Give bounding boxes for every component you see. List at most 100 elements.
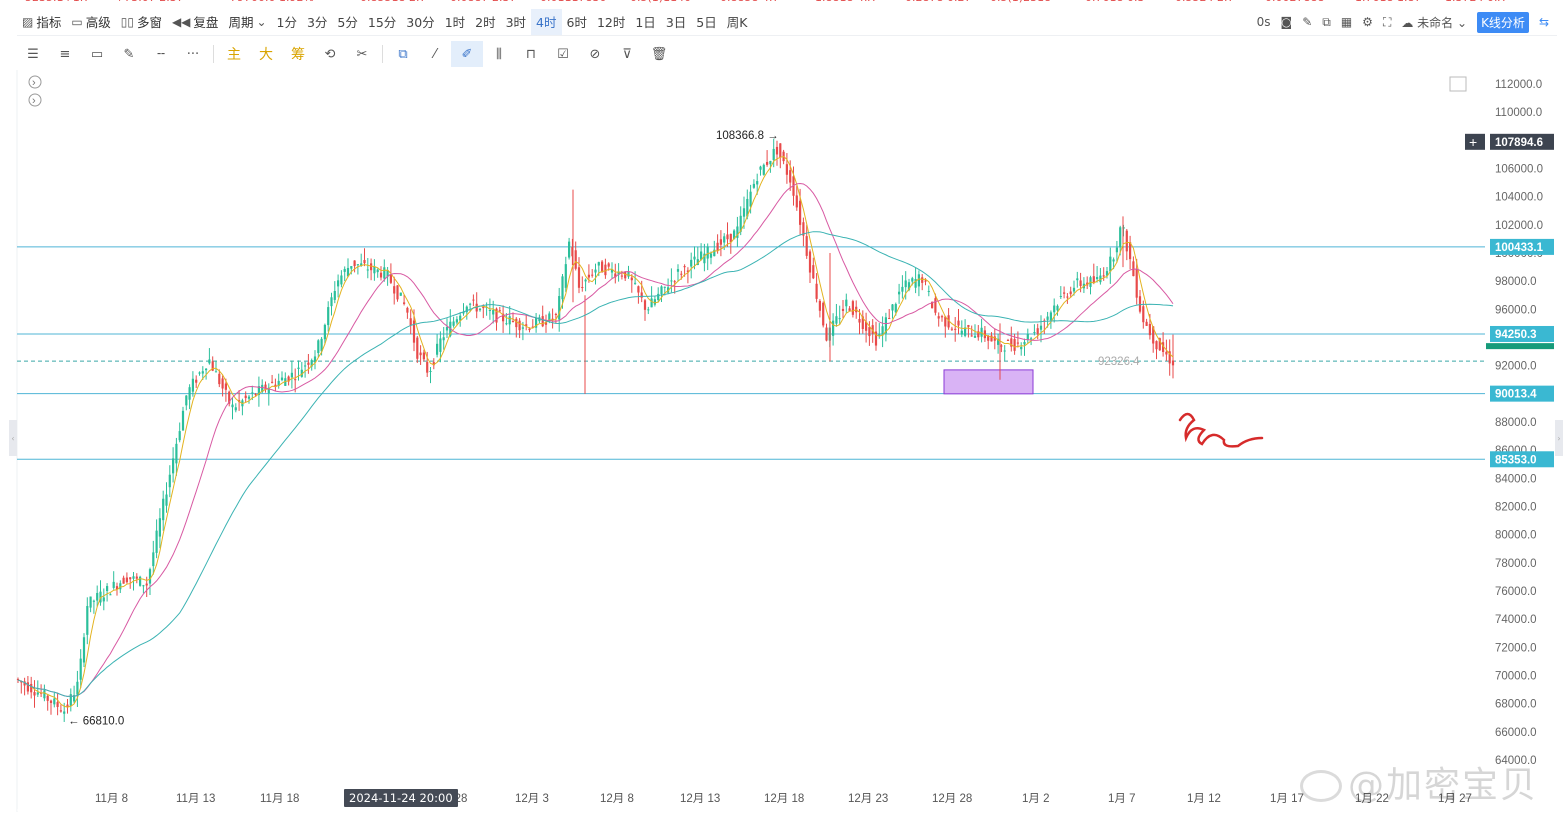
candle-type-icon[interactable]: ⫼ xyxy=(483,41,515,67)
candle-body[interactable] xyxy=(498,310,501,312)
candle-body[interactable] xyxy=(1165,351,1168,355)
candle-body[interactable] xyxy=(145,583,148,586)
candle-body[interactable] xyxy=(818,300,821,311)
layout-name-dropdown[interactable]: ☁ 未命名 ⌄ xyxy=(1401,14,1467,31)
candle-body[interactable] xyxy=(921,277,924,283)
period-tab-0[interactable]: 1分 xyxy=(272,9,302,35)
candle-body[interactable] xyxy=(597,262,600,266)
candle-body[interactable] xyxy=(132,576,135,579)
candle-body[interactable] xyxy=(577,267,581,288)
candle-body[interactable] xyxy=(775,146,779,155)
candle-body[interactable] xyxy=(1003,350,1006,352)
candle-body[interactable] xyxy=(726,234,729,240)
candle-body[interactable] xyxy=(452,321,455,326)
sync-icon[interactable]: ⟲ xyxy=(314,41,346,67)
period-tab-13[interactable]: 5日 xyxy=(691,9,721,35)
candle-body[interactable] xyxy=(742,208,746,217)
candle-body[interactable] xyxy=(1145,321,1148,326)
candle-body[interactable] xyxy=(812,265,815,279)
candle-body[interactable] xyxy=(927,290,930,292)
purple-zone-rect[interactable] xyxy=(943,369,1034,395)
candle-body[interactable] xyxy=(653,299,656,305)
candle-body[interactable] xyxy=(323,324,326,340)
candle-body[interactable] xyxy=(584,279,587,282)
candle-body[interactable] xyxy=(752,183,755,188)
candle-body[interactable] xyxy=(795,195,798,208)
period-dropdown[interactable]: 周期 ⌄ xyxy=(223,9,271,35)
candle-body[interactable] xyxy=(670,280,673,282)
menu-icon[interactable]: ☰ xyxy=(17,41,49,67)
popout-icon[interactable]: ⧉ xyxy=(1322,15,1331,30)
candle-body[interactable] xyxy=(554,313,557,315)
candle-body[interactable] xyxy=(102,597,105,602)
candle-body[interactable] xyxy=(426,362,429,373)
candle-body[interactable] xyxy=(762,164,765,175)
candle-body[interactable] xyxy=(429,371,432,373)
edit-list-icon[interactable]: ☑ xyxy=(547,41,579,67)
candle-body[interactable] xyxy=(634,282,637,284)
candle-body[interactable] xyxy=(356,264,359,266)
candle-body[interactable] xyxy=(198,372,201,374)
candle-body[interactable] xyxy=(436,343,439,355)
candle-body[interactable] xyxy=(488,309,491,311)
candle-body[interactable] xyxy=(294,379,297,381)
candle-body[interactable] xyxy=(848,308,851,311)
lock-icon[interactable]: ⊓ xyxy=(515,41,547,67)
candle-body[interactable] xyxy=(1053,305,1056,313)
candle-body[interactable] xyxy=(1039,325,1043,330)
candle-body[interactable] xyxy=(759,166,762,170)
candle-body[interactable] xyxy=(1092,276,1095,283)
candle-body[interactable] xyxy=(693,256,696,260)
share-icon[interactable]: ⇆ xyxy=(1539,15,1549,29)
candle-body[interactable] xyxy=(868,327,871,337)
candle-body[interactable] xyxy=(297,367,300,369)
candle-body[interactable] xyxy=(898,291,901,295)
scale-toggle-icon[interactable] xyxy=(1449,76,1467,92)
candle-body[interactable] xyxy=(76,681,79,695)
candle-body[interactable] xyxy=(1063,292,1066,294)
candle-body[interactable] xyxy=(1096,277,1099,280)
candle-body[interactable] xyxy=(79,658,82,680)
candle-body[interactable] xyxy=(1046,316,1049,320)
replay-button[interactable]: ◀◀ 复盘 xyxy=(167,9,223,35)
candle-body[interactable] xyxy=(155,530,158,553)
candle-body[interactable] xyxy=(838,318,841,320)
candle-body[interactable] xyxy=(789,170,792,183)
more-icon[interactable]: ··· xyxy=(177,41,209,67)
period-tab-1[interactable]: 3分 xyxy=(302,9,332,35)
candle-body[interactable] xyxy=(574,250,577,269)
candle-body[interactable] xyxy=(970,335,973,337)
candle-body[interactable] xyxy=(125,577,128,583)
period-tab-4[interactable]: 30分 xyxy=(401,9,439,35)
candle-body[interactable] xyxy=(630,277,633,281)
candle-body[interactable] xyxy=(370,263,373,271)
candle-body[interactable] xyxy=(119,583,122,590)
candle-body[interactable] xyxy=(604,264,607,276)
candle-body[interactable] xyxy=(304,365,307,367)
candle-body[interactable] xyxy=(251,392,254,394)
candle-body[interactable] xyxy=(564,264,567,288)
candle-body[interactable] xyxy=(188,387,191,400)
candle-body[interactable] xyxy=(172,458,175,474)
candle-body[interactable] xyxy=(1033,332,1036,334)
parallel-lines-icon[interactable]: ≡ xyxy=(49,41,81,67)
candle-body[interactable] xyxy=(851,301,854,315)
candle-body[interactable] xyxy=(419,352,422,356)
candle-body[interactable] xyxy=(409,318,412,326)
candle-body[interactable] xyxy=(214,371,218,373)
candle-body[interactable] xyxy=(205,368,208,371)
pen-icon[interactable]: ✎ xyxy=(113,41,145,67)
candle-body[interactable] xyxy=(1072,287,1076,292)
candle-body[interactable] xyxy=(185,395,188,406)
candle-body[interactable] xyxy=(191,378,194,392)
candle-body[interactable] xyxy=(950,328,953,330)
candle-body[interactable] xyxy=(106,586,109,592)
candle-body[interactable] xyxy=(340,275,343,285)
period-tab-9[interactable]: 6时 xyxy=(562,9,592,35)
candle-body[interactable] xyxy=(515,318,518,328)
candle-body[interactable] xyxy=(620,275,623,277)
candle-body[interactable] xyxy=(224,383,227,390)
period-tab-8[interactable]: 4时 xyxy=(531,8,562,35)
candle-body[interactable] xyxy=(1138,296,1142,312)
candle-body[interactable] xyxy=(244,395,247,399)
